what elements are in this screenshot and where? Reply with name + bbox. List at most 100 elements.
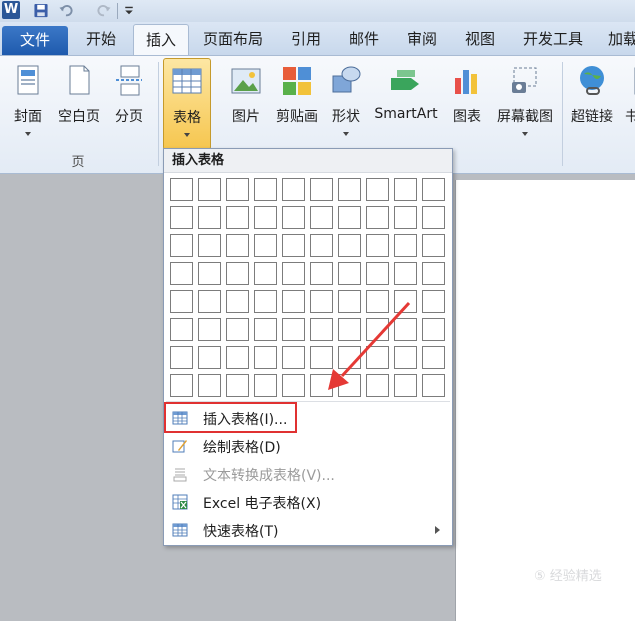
grid-cell[interactable] <box>254 346 277 369</box>
grid-cell[interactable] <box>226 262 249 285</box>
grid-cell[interactable] <box>254 206 277 229</box>
grid-cell[interactable] <box>254 318 277 341</box>
grid-cell[interactable] <box>366 374 389 397</box>
grid-cell[interactable] <box>226 178 249 201</box>
grid-cell[interactable] <box>394 290 417 313</box>
table-button[interactable]: 表格 <box>163 58 211 150</box>
grid-cell[interactable] <box>422 206 445 229</box>
grid-cell[interactable] <box>338 318 361 341</box>
excel-spreadsheet-item[interactable]: Excel 电子表格(X) <box>164 488 452 516</box>
grid-cell[interactable] <box>226 318 249 341</box>
grid-cell[interactable] <box>254 374 277 397</box>
grid-cell[interactable] <box>198 318 221 341</box>
grid-cell[interactable] <box>338 178 361 201</box>
hyperlink-button[interactable]: 超链接 <box>568 58 616 148</box>
tab-file[interactable]: 文件 <box>2 26 68 55</box>
insert-table-item[interactable]: 插入表格(I)... <box>164 404 452 432</box>
bookmark-button[interactable]: 书 <box>621 58 635 148</box>
picture-button[interactable]: 图片 <box>224 58 268 148</box>
grid-cell[interactable] <box>254 262 277 285</box>
grid-cell[interactable] <box>170 262 193 285</box>
grid-cell[interactable] <box>282 206 305 229</box>
grid-cell[interactable] <box>310 346 333 369</box>
grid-cell[interactable] <box>310 178 333 201</box>
tab-addins[interactable]: 加载 <box>601 24 635 55</box>
grid-cell[interactable] <box>366 206 389 229</box>
grid-cell[interactable] <box>226 290 249 313</box>
tab-references[interactable]: 引用 <box>280 24 332 55</box>
grid-cell[interactable] <box>226 374 249 397</box>
grid-cell[interactable] <box>282 234 305 257</box>
tab-insert[interactable]: 插入 <box>133 24 189 57</box>
grid-cell[interactable] <box>338 262 361 285</box>
grid-cell[interactable] <box>310 318 333 341</box>
screenshot-button[interactable]: 屏幕截图 <box>492 58 558 148</box>
grid-cell[interactable] <box>366 346 389 369</box>
save-icon[interactable] <box>33 3 49 18</box>
grid-cell[interactable] <box>226 346 249 369</box>
grid-cell[interactable] <box>226 206 249 229</box>
page-break-button[interactable]: 分页 <box>108 58 150 148</box>
grid-cell[interactable] <box>394 374 417 397</box>
tab-page-layout[interactable]: 页面布局 <box>194 24 272 55</box>
grid-cell[interactable] <box>254 290 277 313</box>
grid-cell[interactable] <box>366 178 389 201</box>
grid-cell[interactable] <box>254 234 277 257</box>
grid-cell[interactable] <box>338 290 361 313</box>
grid-cell[interactable] <box>422 374 445 397</box>
grid-cell[interactable] <box>254 178 277 201</box>
document-page[interactable] <box>455 180 635 621</box>
chart-button[interactable]: 图表 <box>446 58 488 148</box>
tab-review[interactable]: 审阅 <box>396 24 448 55</box>
cover-page-button[interactable]: 封面 <box>6 58 50 148</box>
grid-cell[interactable] <box>282 346 305 369</box>
grid-cell[interactable] <box>198 290 221 313</box>
grid-cell[interactable] <box>170 318 193 341</box>
grid-cell[interactable] <box>338 206 361 229</box>
grid-cell[interactable] <box>422 290 445 313</box>
quick-tables-item[interactable]: 快速表格(T) <box>164 516 452 544</box>
grid-cell[interactable] <box>366 262 389 285</box>
grid-cell[interactable] <box>170 374 193 397</box>
grid-cell[interactable] <box>198 346 221 369</box>
smartart-button[interactable]: SmartArt <box>370 58 442 148</box>
redo-icon[interactable] <box>96 3 112 18</box>
grid-cell[interactable] <box>170 206 193 229</box>
shapes-button[interactable]: 形状 <box>326 58 366 148</box>
undo-icon[interactable] <box>58 3 74 18</box>
grid-cell[interactable] <box>366 318 389 341</box>
grid-cell[interactable] <box>338 346 361 369</box>
grid-cell[interactable] <box>198 262 221 285</box>
grid-cell[interactable] <box>394 234 417 257</box>
grid-cell[interactable] <box>198 206 221 229</box>
grid-cell[interactable] <box>366 290 389 313</box>
clip-art-button[interactable]: 剪贴画 <box>272 58 322 148</box>
customize-chevron-icon[interactable] <box>124 3 134 18</box>
grid-cell[interactable] <box>422 318 445 341</box>
convert-text-to-table-item[interactable]: 文本转换成表格(V)... <box>164 460 452 488</box>
tab-home[interactable]: 开始 <box>75 24 127 55</box>
grid-cell[interactable] <box>282 290 305 313</box>
grid-cell[interactable] <box>394 262 417 285</box>
grid-cell[interactable] <box>310 374 333 397</box>
grid-cell[interactable] <box>170 234 193 257</box>
grid-cell[interactable] <box>198 234 221 257</box>
tab-mailings[interactable]: 邮件 <box>338 24 390 55</box>
grid-cell[interactable] <box>282 262 305 285</box>
grid-cell[interactable] <box>338 374 361 397</box>
grid-cell[interactable] <box>170 290 193 313</box>
grid-cell[interactable] <box>394 318 417 341</box>
grid-cell[interactable] <box>310 234 333 257</box>
grid-cell[interactable] <box>310 206 333 229</box>
grid-cell[interactable] <box>422 178 445 201</box>
grid-cell[interactable] <box>198 374 221 397</box>
grid-cell[interactable] <box>422 346 445 369</box>
grid-cell[interactable] <box>282 318 305 341</box>
grid-cell[interactable] <box>170 346 193 369</box>
grid-cell[interactable] <box>310 262 333 285</box>
grid-cell[interactable] <box>198 178 221 201</box>
grid-cell[interactable] <box>338 234 361 257</box>
grid-cell[interactable] <box>366 234 389 257</box>
tab-view[interactable]: 视图 <box>454 24 506 55</box>
grid-cell[interactable] <box>422 234 445 257</box>
